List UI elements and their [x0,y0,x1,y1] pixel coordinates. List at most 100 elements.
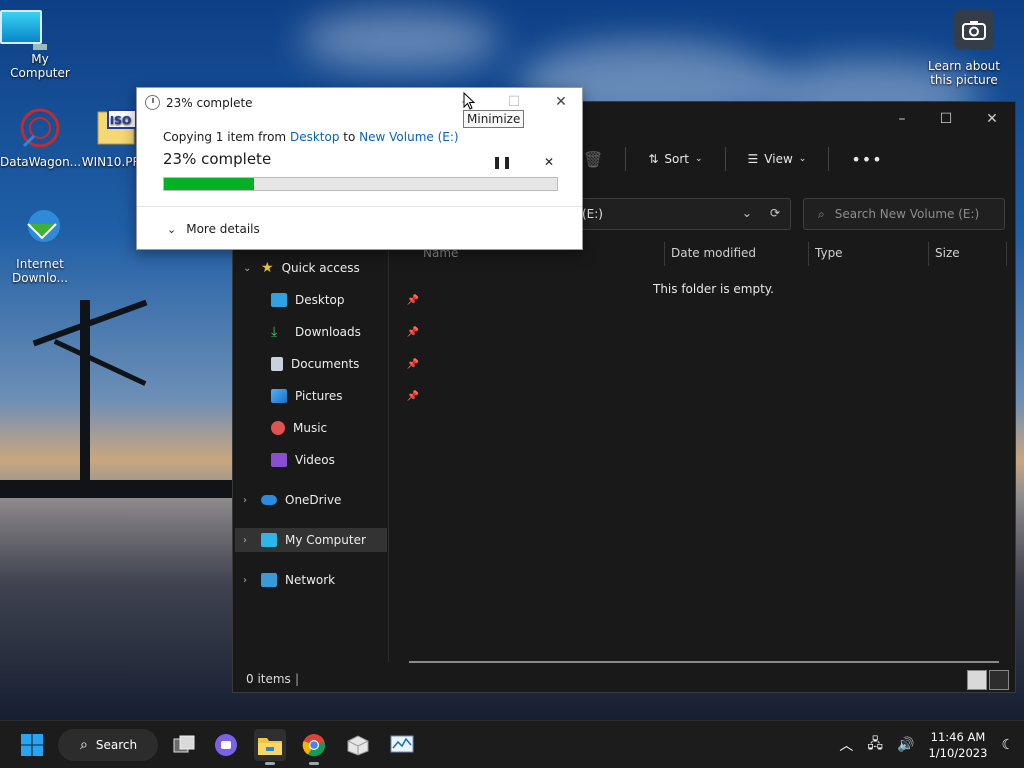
music-icon [271,421,285,435]
nav-label: Desktop [295,293,345,307]
learn-about-picture-label[interactable]: Learn about this picture [918,59,1010,87]
document-icon [271,357,283,371]
sort-button[interactable]: ⇅ Sort ⌄ [648,152,702,166]
nav-label: Pictures [295,389,343,403]
folder-icon [258,738,282,755]
dialog-close-button[interactable]: ✕ [548,92,574,112]
chevron-down-icon[interactable]: ⌄ [742,206,752,220]
pause-button[interactable]: ❚❚ [492,152,512,172]
chevron-right-icon[interactable]: › [243,495,253,506]
chevron-right-icon[interactable]: › [243,575,253,586]
desktop-icon-idm[interactable]: Internet Downlo... [0,204,80,285]
package-taskbar-button[interactable] [342,729,374,761]
clock-time: 11:46 AM [930,730,986,744]
details-view-button[interactable] [967,670,987,690]
network-status-icon[interactable]: 🖧 [867,733,883,757]
pause-icon: ❚❚ [492,155,513,169]
dialog-maximize-button[interactable]: ☐ [501,92,527,112]
nav-item-quick-access[interactable]: ⌄ ★ Quick access [243,256,393,280]
chevron-down-icon[interactable]: ⌄ [243,263,253,274]
desktop-icon-my-computer[interactable]: My Computer [0,10,80,80]
more-options-icon[interactable]: ••• [851,150,882,169]
monitor-chart-icon [390,735,414,753]
resource-monitor-taskbar-button[interactable] [386,729,418,761]
pin-icon[interactable]: 📌 [407,391,419,402]
column-type[interactable]: Type [815,246,843,260]
chevron-right-icon[interactable]: › [243,535,253,546]
explorer-toolbar: 🗑 ⇅ Sort ⌄ ☰ View ⌄ ••• [583,144,883,174]
view-button[interactable]: ☰ View ⌄ [748,152,807,166]
search-input[interactable]: ⌕ Search New Volume (E:) [803,198,1005,230]
destination-link[interactable]: New Volume (E:) [359,130,458,144]
horizontal-scrollbar[interactable] [409,661,999,663]
source-link[interactable]: Desktop [290,130,340,144]
clock[interactable]: 11:46 AM 1/10/2023 [928,729,987,761]
nav-item-pictures[interactable]: Pictures 📌 [271,384,421,408]
star-icon: ★ [261,260,274,276]
videos-icon [271,453,287,467]
nav-label: Network [285,573,336,587]
teams-chat-button[interactable] [210,729,242,761]
notification-moon-icon[interactable]: ☾ [1001,737,1014,753]
more-details-label: More details [186,222,260,236]
nav-item-videos[interactable]: Videos [271,448,421,472]
nav-item-onedrive[interactable]: › OneDrive [243,488,393,512]
chevron-down-icon: ⌄ [167,222,177,236]
volume-icon[interactable]: 🔊 [897,737,914,753]
sort-icon: ⇅ [648,152,659,166]
taskbar-search-button[interactable]: ⌕ Search [58,729,158,761]
empty-folder-message: This folder is empty. [653,282,774,296]
pin-icon[interactable]: 📌 [407,359,419,370]
column-divider[interactable] [1006,242,1007,266]
chevron-up-icon[interactable]: ︿ [839,735,853,755]
nav-label: My Computer [285,533,366,547]
nav-item-documents[interactable]: Documents 📌 [271,352,421,376]
nav-label: Documents [291,357,360,371]
more-details-button[interactable]: ⌄ More details [167,222,260,236]
nav-item-music[interactable]: Music [271,416,421,440]
network-icon [261,573,277,587]
start-button[interactable] [16,729,48,761]
dialog-title-text: 23% complete [166,95,253,110]
desktop-icon-datawagon[interactable]: DataWagon... [0,106,82,169]
large-icons-view-button[interactable] [989,670,1009,690]
status-divider: | [295,672,300,686]
refresh-icon[interactable]: ⟳ [770,206,780,220]
minimize-tooltip: Minimize [463,110,525,128]
file-explorer-taskbar-button[interactable] [254,729,286,765]
nav-item-network[interactable]: › Network [243,568,393,592]
dialog-title: 23% complete [145,95,253,110]
clock-date: 1/10/2023 [928,746,988,760]
nav-item-desktop[interactable]: Desktop 📌 [271,288,421,312]
column-divider[interactable] [808,242,809,266]
desktop-icon-label: DataWagon... [0,155,82,169]
column-divider[interactable] [928,242,929,266]
nav-item-my-computer[interactable]: › My Computer [235,528,387,552]
address-bar[interactable]: (E:) ⌄ ⟳ [563,198,791,230]
pin-icon[interactable]: 📌 [407,295,419,306]
column-date-modified[interactable]: Date modified [671,246,756,260]
copy-progress-bar [163,177,558,191]
task-view-button[interactable] [168,729,200,761]
pictures-icon [271,389,287,403]
learn-about-picture-button[interactable] [954,10,994,50]
explorer-minimize-button[interactable]: – [887,108,917,130]
column-size[interactable]: Size [935,246,960,260]
explorer-close-button[interactable]: ✕ [977,108,1007,130]
progress-fill [164,178,255,190]
view-label: View [764,152,793,166]
running-indicator [265,762,275,765]
nav-item-downloads[interactable]: ⤓ Downloads 📌 [271,320,421,344]
column-divider[interactable] [664,242,665,266]
internet-download-manager-icon [0,204,80,255]
pin-icon[interactable]: 📌 [407,327,419,338]
explorer-maximize-button[interactable]: ☐ [931,108,961,130]
desktop-icon-label: Internet Downlo... [12,257,68,285]
camera-icon [962,21,986,40]
datawagon-icon [0,106,80,153]
nav-label: Quick access [281,261,360,275]
cancel-copy-button[interactable]: ✕ [539,152,559,172]
view-icon: ☰ [747,152,759,166]
chrome-taskbar-button[interactable] [298,729,330,765]
delete-icon[interactable]: 🗑 [583,150,603,169]
